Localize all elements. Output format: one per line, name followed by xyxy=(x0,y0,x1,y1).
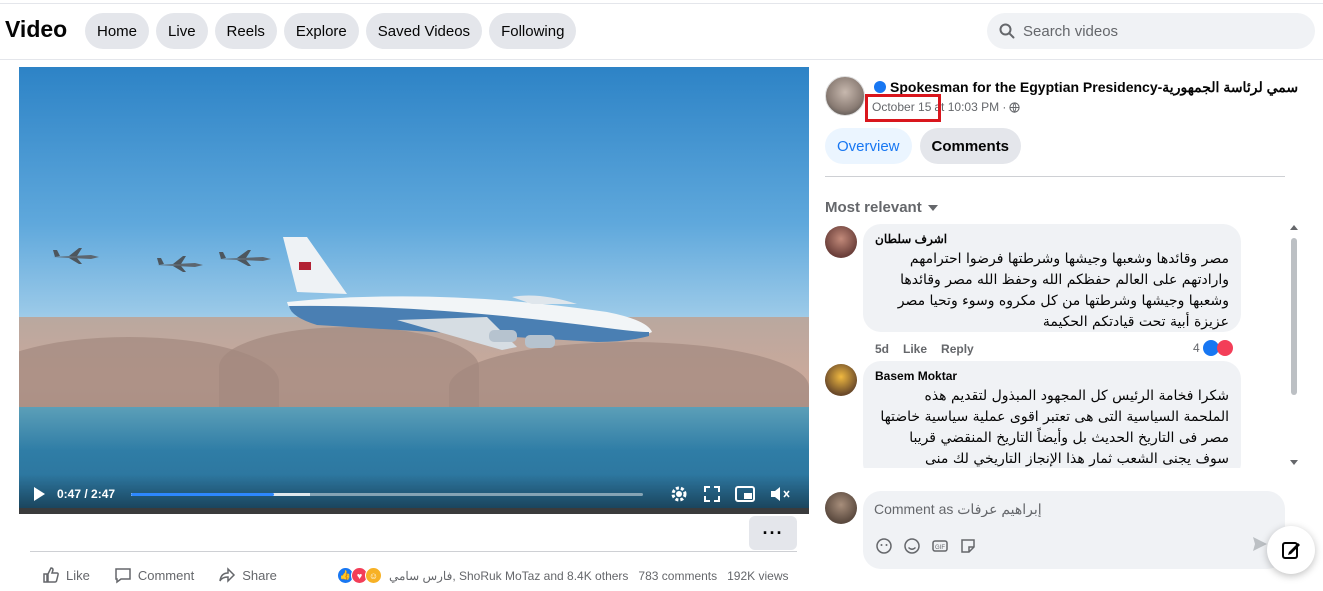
share-label: Share xyxy=(242,567,277,583)
new-message-button[interactable] xyxy=(1267,526,1315,574)
current-user-avatar[interactable] xyxy=(825,492,857,524)
search-input[interactable] xyxy=(1023,22,1293,40)
date-highlight-box xyxy=(865,94,941,122)
scroll-down-icon[interactable] xyxy=(1288,458,1300,466)
view-count: 192K views xyxy=(727,568,789,583)
more-options-button[interactable]: ··· xyxy=(749,516,797,550)
settings-gear-icon[interactable] xyxy=(669,484,689,504)
nav-live[interactable]: Live xyxy=(156,13,208,49)
verified-badge-icon xyxy=(874,81,886,93)
gif-icon[interactable]: GIF xyxy=(931,537,949,555)
reactor-names[interactable]: فارس سامي, ShoRuk MoTaz and 8.4K others xyxy=(389,569,628,583)
emoji-icon[interactable] xyxy=(903,537,921,555)
play-icon[interactable] xyxy=(31,486,47,502)
fighter-jet-image xyxy=(219,250,271,266)
comment-button[interactable]: Comment xyxy=(114,566,194,584)
page-avatar[interactable] xyxy=(825,76,865,116)
comment-reply-button[interactable]: Reply xyxy=(941,342,974,356)
comment-author-avatar[interactable] xyxy=(825,364,857,396)
comment-count[interactable]: 783 comments xyxy=(638,569,717,583)
comment-like-button[interactable]: Like xyxy=(903,342,927,356)
caret-down-icon xyxy=(927,204,938,211)
nav-home[interactable]: Home xyxy=(85,13,150,49)
comment-text: شكرا فخامة الرئيس كل المجهود المبذول لتق… xyxy=(880,388,1229,467)
tab-overview[interactable]: Overview xyxy=(825,128,912,164)
nav-reels[interactable]: Reels xyxy=(214,13,277,49)
sticker-icon[interactable] xyxy=(959,537,977,555)
comment-list: اشرف سلطان مصر وقائدها وشعبها وجيشها وشر… xyxy=(825,224,1291,468)
post-time: at 10:03 PM · xyxy=(934,100,1007,114)
fighter-jet-image xyxy=(53,248,99,264)
airliner-image xyxy=(283,237,652,350)
comment-input[interactable] xyxy=(874,501,1254,517)
post-side-panel: Spokesman for the Egyptian Presidency-سم… xyxy=(810,60,1323,591)
video-control-icons xyxy=(669,484,791,504)
care-reaction-icon: ☺ xyxy=(365,567,382,584)
nav-saved-videos[interactable]: Saved Videos xyxy=(365,13,483,49)
search-icon xyxy=(999,23,1015,39)
search-box[interactable] xyxy=(987,13,1315,49)
comment-sort-dropdown[interactable]: Most relevant xyxy=(825,199,938,216)
comments-scrollbar[interactable] xyxy=(1288,224,1300,468)
comment-age[interactable]: 5d xyxy=(875,342,889,356)
comment-author[interactable]: Basem Moktar xyxy=(875,369,1229,383)
top-divider xyxy=(0,3,1323,4)
scroll-up-icon[interactable] xyxy=(1288,224,1300,232)
comment-bubble: Basem Moktar شكرا فخامة الرئيس كل المجهو… xyxy=(863,361,1241,468)
video-progress-played xyxy=(131,492,275,496)
nav-explore[interactable]: Explore xyxy=(283,13,359,49)
page-title: Video xyxy=(5,16,68,42)
top-bar: Video Home Live Reels Explore Saved Vide… xyxy=(0,0,1323,60)
comment-text: مصر وقائدها وشعبها وجيشها وشرطتها فرضوا … xyxy=(897,251,1229,330)
sort-label: Most relevant xyxy=(825,199,922,216)
video-nav: Home Live Reels Explore Saved Videos Fol… xyxy=(85,13,577,49)
thumbs-up-icon xyxy=(43,567,59,583)
love-reaction-icon xyxy=(1216,340,1233,356)
share-button[interactable]: Share xyxy=(218,566,277,584)
video-bottom-bar xyxy=(19,508,809,514)
scroll-thumb[interactable] xyxy=(1291,238,1297,395)
comment-reaction-count: 4 xyxy=(1193,341,1200,355)
svg-text:GIF: GIF xyxy=(935,545,945,551)
comment-meta: 5d Like Reply xyxy=(875,342,974,356)
miniplayer-icon[interactable] xyxy=(735,485,756,503)
comment-author-avatar[interactable] xyxy=(825,226,857,258)
video-player[interactable]: 0:47 / 2:47 xyxy=(19,67,809,514)
comment-label: Comment xyxy=(137,567,195,583)
action-divider xyxy=(30,551,797,552)
mute-icon[interactable] xyxy=(769,485,791,503)
compose-icon xyxy=(1282,542,1300,559)
post-stats: 👍 ♥ ☺ فارس سامي, ShoRuk MoTaz and 8.4K o… xyxy=(337,567,789,584)
comment-icon xyxy=(115,568,131,584)
comment-bubble: اشرف سلطان مصر وقائدها وشعبها وجيشها وشر… xyxy=(863,224,1241,332)
composer-tools: GIF xyxy=(875,537,977,555)
tab-comments[interactable]: Comments xyxy=(919,128,1022,164)
fighter-jet-image xyxy=(157,256,203,272)
comment-reaction-summary[interactable]: 4 xyxy=(1193,340,1233,356)
like-label: Like xyxy=(66,567,90,583)
comment-author[interactable]: اشرف سلطان xyxy=(875,232,1229,246)
like-button[interactable]: Like xyxy=(42,566,90,584)
fullscreen-icon[interactable] xyxy=(703,485,721,503)
share-icon xyxy=(219,567,236,583)
video-time: 0:47 / 2:47 xyxy=(57,487,116,501)
globe-icon xyxy=(1009,101,1021,113)
comment-composer[interactable]: GIF xyxy=(863,491,1285,569)
page-name[interactable]: Spokesman for the Egyptian Presidency-سم… xyxy=(890,79,1305,96)
post-tabs: Overview Comments xyxy=(825,128,1022,164)
tab-divider xyxy=(825,176,1285,177)
video-progress-bar[interactable] xyxy=(131,492,644,496)
reaction-icons[interactable]: 👍 ♥ ☺ xyxy=(337,567,382,584)
nav-following[interactable]: Following xyxy=(489,13,577,49)
post-actions: Like Comment Share xyxy=(42,566,277,584)
avatar-sticker-icon[interactable] xyxy=(875,537,893,555)
